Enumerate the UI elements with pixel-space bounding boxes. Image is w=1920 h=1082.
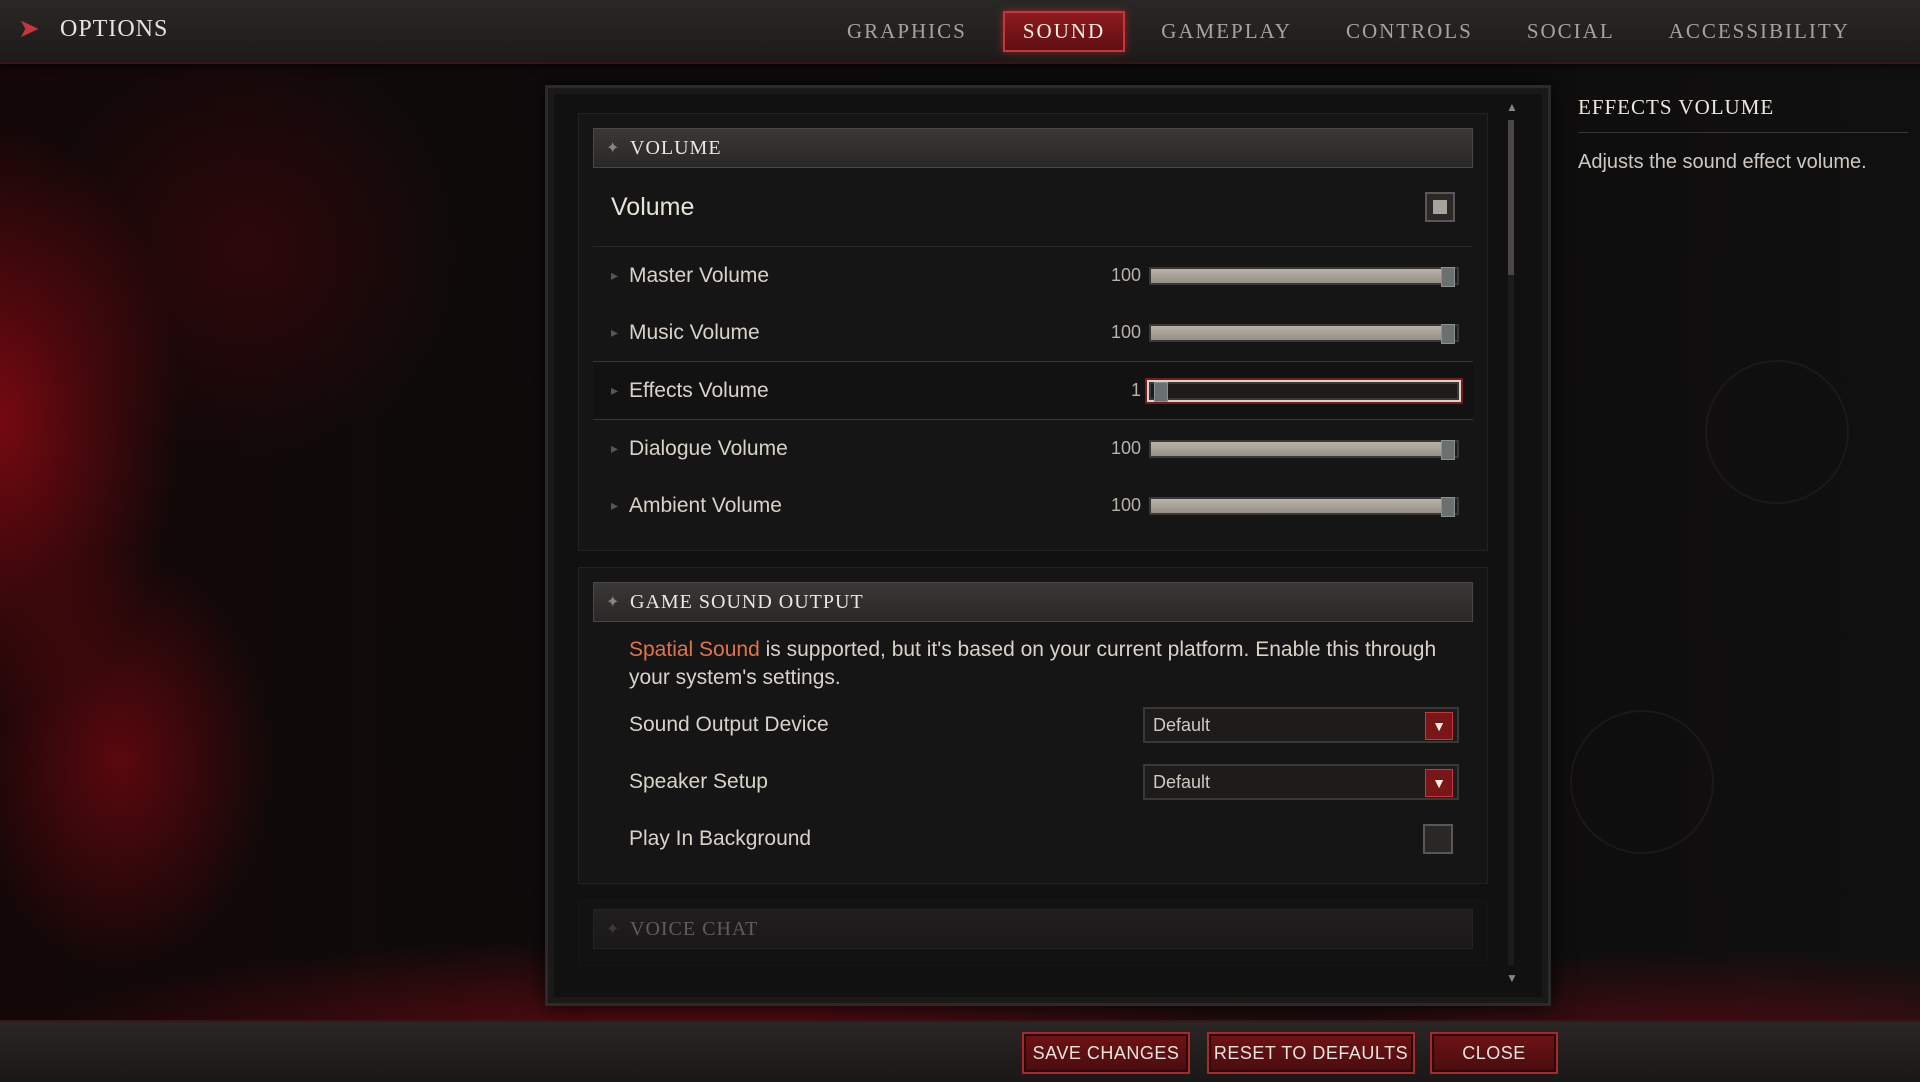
- info-title: EFFECTS VOLUME: [1578, 95, 1908, 133]
- dropdown-value: Default: [1153, 771, 1211, 792]
- dropdown-arrow-icon[interactable]: ▼: [1425, 711, 1453, 740]
- volume-toggle-label: Volume: [611, 192, 695, 221]
- volume-section: ✦ VOLUME Volume ▸ Master Volume 100 ▸ Mu…: [578, 113, 1488, 551]
- row-marker-icon: ▸: [611, 382, 619, 398]
- slider-row-ambient: ▸ Ambient Volume 100: [593, 477, 1473, 534]
- tab-graphics[interactable]: GRAPHICS: [829, 13, 985, 50]
- scroll-thumb[interactable]: [1508, 120, 1514, 275]
- speaker-setup-row: Speaker Setup Default ▼: [593, 753, 1473, 810]
- dropdown-value: Default: [1153, 714, 1211, 735]
- diamond-icon: ✦: [606, 921, 621, 938]
- voice-chat-title: VOICE CHAT: [630, 917, 759, 940]
- dialogue-volume-slider[interactable]: [1149, 439, 1459, 460]
- volume-section-header[interactable]: ✦ VOLUME: [593, 128, 1473, 168]
- dropdown-arrow-icon[interactable]: ▼: [1425, 768, 1453, 797]
- slider-label: Master Volume: [629, 263, 770, 287]
- slider-label: Dialogue Volume: [629, 436, 788, 460]
- spatial-sound-link[interactable]: Spatial Sound: [629, 638, 760, 661]
- slider-value: 100: [1110, 495, 1141, 515]
- slider-value: 100: [1110, 265, 1141, 285]
- slider-row-music: ▸ Music Volume 100: [593, 304, 1473, 361]
- volume-section-title: VOLUME: [630, 136, 722, 159]
- effects-volume-slider[interactable]: [1147, 379, 1461, 402]
- scroll-up-arrow-icon[interactable]: ▲: [1506, 100, 1518, 114]
- ambient-volume-slider[interactable]: [1149, 496, 1459, 517]
- tab-controls[interactable]: CONTROLS: [1328, 13, 1491, 50]
- settings-scroll-area[interactable]: ✦ VOLUME Volume ▸ Master Volume 100 ▸ Mu…: [578, 113, 1488, 983]
- slider-label: Ambient Volume: [629, 493, 782, 517]
- row-marker-icon: ▸: [611, 440, 619, 456]
- slider-value: 100: [1110, 438, 1141, 458]
- slider-row-effects: ▸ Effects Volume 1: [593, 361, 1473, 420]
- speaker-setup-dropdown[interactable]: Default ▼: [1143, 763, 1459, 800]
- tab-sound[interactable]: SOUND: [1002, 10, 1126, 52]
- voice-chat-section: ✦ VOICE CHAT: [578, 900, 1488, 966]
- scroll-track[interactable]: [1508, 120, 1514, 965]
- slider-thumb[interactable]: [1441, 496, 1455, 517]
- speaker-setup-label: Speaker Setup: [629, 769, 768, 793]
- sound-output-device-row: Sound Output Device Default ▼: [593, 696, 1473, 753]
- save-changes-button[interactable]: SAVE CHANGES: [1022, 1032, 1190, 1074]
- info-pane: EFFECTS VOLUME Adjusts the sound effect …: [1578, 95, 1908, 174]
- slider-thumb[interactable]: [1441, 266, 1455, 287]
- volume-toggle-checkbox[interactable]: [1425, 192, 1455, 222]
- sound-output-device-label: Sound Output Device: [629, 712, 829, 736]
- slider-value: 1: [1130, 380, 1141, 400]
- game-sound-output-title: GAME SOUND OUTPUT: [630, 590, 864, 613]
- slider-label: Music Volume: [629, 320, 760, 344]
- options-header[interactable]: ➤ OPTIONS: [18, 14, 168, 44]
- play-in-background-label: Play In Background: [629, 826, 812, 850]
- diamond-icon: ✦: [606, 594, 621, 611]
- slider-row-dialogue: ▸ Dialogue Volume 100: [593, 420, 1473, 477]
- tab-social[interactable]: SOCIAL: [1509, 13, 1633, 50]
- reset-to-defaults-button[interactable]: RESET TO DEFAULTS: [1207, 1032, 1415, 1074]
- spatial-sound-description: Spatial Sound is supported, but it's bas…: [593, 622, 1473, 696]
- slider-row-master: ▸ Master Volume 100: [593, 247, 1473, 304]
- top-bar: ➤ OPTIONS GRAPHICS SOUND GAMEPLAY CONTRO…: [0, 0, 1920, 64]
- tab-bar: GRAPHICS SOUND GAMEPLAY CONTROLS SOCIAL …: [820, 0, 1877, 62]
- play-in-background-checkbox[interactable]: [1423, 823, 1453, 854]
- diamond-icon: ✦: [606, 140, 621, 157]
- back-arrow-icon[interactable]: ➤: [18, 14, 48, 44]
- scrollbar[interactable]: ▲ ▼: [1506, 100, 1518, 985]
- game-sound-output-header[interactable]: ✦ GAME SOUND OUTPUT: [593, 582, 1473, 622]
- scroll-down-arrow-icon[interactable]: ▼: [1506, 971, 1518, 985]
- master-volume-slider[interactable]: [1149, 266, 1459, 287]
- row-marker-icon: ▸: [611, 497, 619, 513]
- tab-accessibility[interactable]: ACCESSIBILITY: [1651, 13, 1868, 50]
- sound-output-device-dropdown[interactable]: Default ▼: [1143, 706, 1459, 743]
- row-marker-icon: ▸: [611, 267, 619, 283]
- rune-decoration: [1705, 360, 1849, 504]
- slider-label: Effects Volume: [629, 378, 769, 402]
- options-title: OPTIONS: [60, 15, 169, 42]
- voice-chat-header[interactable]: ✦ VOICE CHAT: [593, 909, 1473, 949]
- play-in-background-row: Play In Background: [593, 810, 1473, 867]
- music-volume-slider[interactable]: [1149, 323, 1459, 344]
- row-marker-icon: ▸: [611, 324, 619, 340]
- close-button[interactable]: CLOSE: [1430, 1032, 1558, 1074]
- slider-value: 100: [1110, 322, 1141, 342]
- rune-decoration: [1570, 710, 1714, 854]
- slider-thumb[interactable]: [1154, 381, 1168, 402]
- settings-panel: ✦ VOLUME Volume ▸ Master Volume 100 ▸ Mu…: [545, 85, 1551, 1006]
- slider-thumb[interactable]: [1441, 439, 1455, 460]
- game-sound-output-section: ✦ GAME SOUND OUTPUT Spatial Sound is sup…: [578, 567, 1488, 884]
- volume-master-row: Volume: [593, 168, 1473, 247]
- info-description: Adjusts the sound effect volume.: [1578, 151, 1867, 173]
- bottom-bar: SAVE CHANGES RESET TO DEFAULTS CLOSE: [0, 1020, 1920, 1082]
- slider-thumb[interactable]: [1441, 323, 1455, 344]
- tab-gameplay[interactable]: GAMEPLAY: [1143, 13, 1310, 50]
